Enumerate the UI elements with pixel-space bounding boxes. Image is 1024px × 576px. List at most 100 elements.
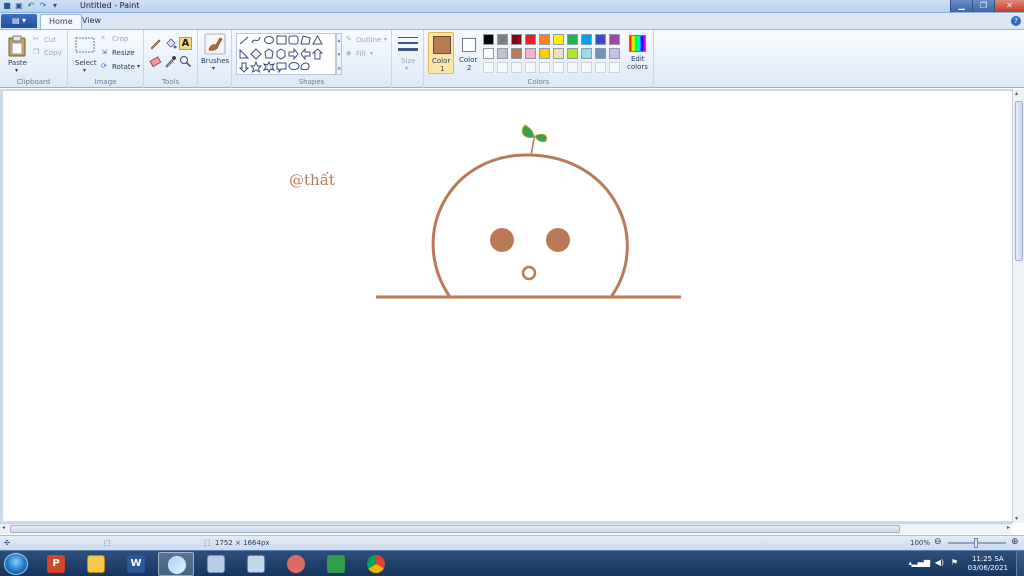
help-icon[interactable]: ?	[1011, 16, 1021, 26]
horizontal-scrollbar[interactable]: ◂ ▸	[0, 523, 1012, 534]
taskbar-app-green[interactable]	[318, 552, 354, 576]
palette-swatch[interactable]	[581, 34, 592, 45]
minimize-button[interactable]: ▁	[950, 0, 972, 12]
customize-qat-icon[interactable]: ▾	[50, 1, 60, 11]
zoom-slider[interactable]	[948, 538, 1006, 548]
vertical-scrollbar[interactable]: ▴ ▾	[1012, 89, 1024, 523]
color-picker-icon[interactable]	[164, 55, 177, 68]
palette-swatch[interactable]	[497, 34, 508, 45]
palette-swatch[interactable]	[553, 48, 564, 59]
taskbar-calculator[interactable]	[198, 552, 234, 576]
taskbar-explorer[interactable]	[78, 552, 114, 576]
select-dropdown-icon[interactable]: ▾	[83, 67, 86, 74]
palette-swatch[interactable]	[539, 34, 550, 45]
zoom-out-button[interactable]: ⊖	[934, 537, 942, 547]
scissors-icon: ✂	[33, 35, 39, 43]
scroll-right-icon[interactable]: ▸	[1007, 524, 1010, 531]
magnifier-icon[interactable]	[179, 55, 192, 68]
image-group-label: Image	[94, 78, 117, 86]
cut-button[interactable]: ✂ Cut	[33, 35, 65, 46]
scroll-down-icon[interactable]: ▾	[1015, 515, 1018, 522]
palette-swatch[interactable]	[525, 34, 536, 45]
size-group[interactable]: Size ▾	[392, 30, 424, 88]
paste-button[interactable]: Paste ▾	[4, 33, 30, 74]
palette-custom-slot[interactable]	[567, 62, 578, 73]
palette-swatch[interactable]	[525, 48, 536, 59]
color2-button[interactable]: Color 2	[456, 32, 482, 74]
zoom-in-button[interactable]: ⊕	[1011, 537, 1019, 547]
scroll-up-icon[interactable]: ▴	[1015, 90, 1018, 97]
fill-bucket-icon[interactable]	[164, 37, 177, 50]
volume-icon[interactable]: ◀)	[935, 558, 944, 567]
color1-button[interactable]: Color 1	[428, 32, 454, 74]
palette-swatch[interactable]	[567, 34, 578, 45]
show-desktop-button[interactable]	[1016, 551, 1024, 576]
palette-custom-slot[interactable]	[581, 62, 592, 73]
palette-custom-slot[interactable]	[595, 62, 606, 73]
paint-app-icon[interactable]: ■	[2, 1, 12, 11]
file-menu-button[interactable]: ▤ ▾	[1, 14, 37, 28]
image-group: Select ▾ ⌗ Crop ⇲ Resize ⟳ Rotate ▾ Imag…	[68, 30, 144, 88]
palette-swatch[interactable]	[595, 48, 606, 59]
copy-button[interactable]: ❐ Copy	[33, 48, 65, 59]
palette-swatch[interactable]	[483, 34, 494, 45]
palette-swatch[interactable]	[511, 34, 522, 45]
eraser-icon[interactable]	[149, 55, 162, 68]
fill-button[interactable]: ◈ Fill ▾	[346, 49, 390, 60]
rotate-icon: ⟳	[101, 62, 107, 70]
redo-icon[interactable]: ↷	[38, 1, 48, 11]
text-tool-icon[interactable]: A	[179, 37, 192, 50]
tab-view[interactable]: View	[74, 14, 109, 29]
resize-button[interactable]: ⇲ Resize	[101, 48, 141, 59]
palette-custom-slot[interactable]	[511, 62, 522, 73]
palette-custom-slot[interactable]	[497, 62, 508, 73]
zoom-slider-thumb[interactable]	[974, 538, 978, 548]
paste-dropdown-icon[interactable]: ▾	[15, 67, 18, 74]
vertical-scroll-thumb[interactable]	[1015, 101, 1023, 261]
save-icon[interactable]: ▣	[14, 1, 24, 11]
close-button[interactable]: ✕	[994, 0, 1024, 12]
taskbar-tool[interactable]	[278, 552, 314, 576]
network-icon[interactable]: ⚑	[951, 558, 958, 567]
taskbar-chrome[interactable]	[358, 552, 394, 576]
palette-custom-slot[interactable]	[553, 62, 564, 73]
palette-custom-slot[interactable]	[525, 62, 536, 73]
taskbar-powerpoint[interactable]: P	[38, 552, 74, 576]
palette-swatch[interactable]	[609, 48, 620, 59]
left-eye	[490, 228, 514, 252]
drawing-canvas[interactable]: @thất	[3, 91, 1012, 521]
palette-swatch[interactable]	[595, 34, 606, 45]
edit-colors-button[interactable]: Edit colors	[625, 33, 651, 75]
rotate-button[interactable]: ⟳ Rotate ▾	[101, 62, 141, 73]
palette-swatch[interactable]	[553, 34, 564, 45]
palette-custom-slot[interactable]	[609, 62, 620, 73]
taskbar-network[interactable]	[238, 552, 274, 576]
maximize-button[interactable]: ❐	[972, 0, 994, 12]
paint-icon	[168, 556, 186, 574]
palette-swatch[interactable]	[497, 48, 508, 59]
select-button[interactable]: Select ▾	[72, 33, 98, 74]
pencil-icon[interactable]	[149, 37, 162, 50]
palette-swatch[interactable]	[581, 48, 592, 59]
horizontal-scroll-thumb[interactable]	[10, 525, 900, 533]
palette-custom-slot[interactable]	[483, 62, 494, 73]
shapes-scroll[interactable]: ▴ ▾ ≡	[336, 33, 342, 75]
taskbar-word[interactable]: W	[118, 552, 154, 576]
outline-button[interactable]: ✎ Outline ▾	[346, 35, 390, 46]
palette-swatch[interactable]	[609, 34, 620, 45]
right-eye	[546, 228, 570, 252]
palette-swatch[interactable]	[539, 48, 550, 59]
crop-button[interactable]: ⌗ Crop	[101, 34, 141, 45]
taskbar-paint[interactable]	[158, 552, 194, 576]
signal-icon[interactable]: ▂▄▆	[912, 558, 930, 567]
scroll-left-icon[interactable]: ◂	[2, 524, 5, 531]
brushes-group[interactable]: Brushes ▾	[198, 30, 232, 88]
start-button[interactable]	[4, 553, 28, 575]
palette-swatch[interactable]	[483, 48, 494, 59]
palette-swatch[interactable]	[567, 48, 578, 59]
clock[interactable]: 11:25 SA 03/06/2021	[968, 555, 1008, 573]
palette-custom-slot[interactable]	[539, 62, 550, 73]
palette-swatch[interactable]	[511, 48, 522, 59]
undo-icon[interactable]: ↶	[26, 1, 36, 11]
fill-icon: ◈	[346, 49, 352, 57]
